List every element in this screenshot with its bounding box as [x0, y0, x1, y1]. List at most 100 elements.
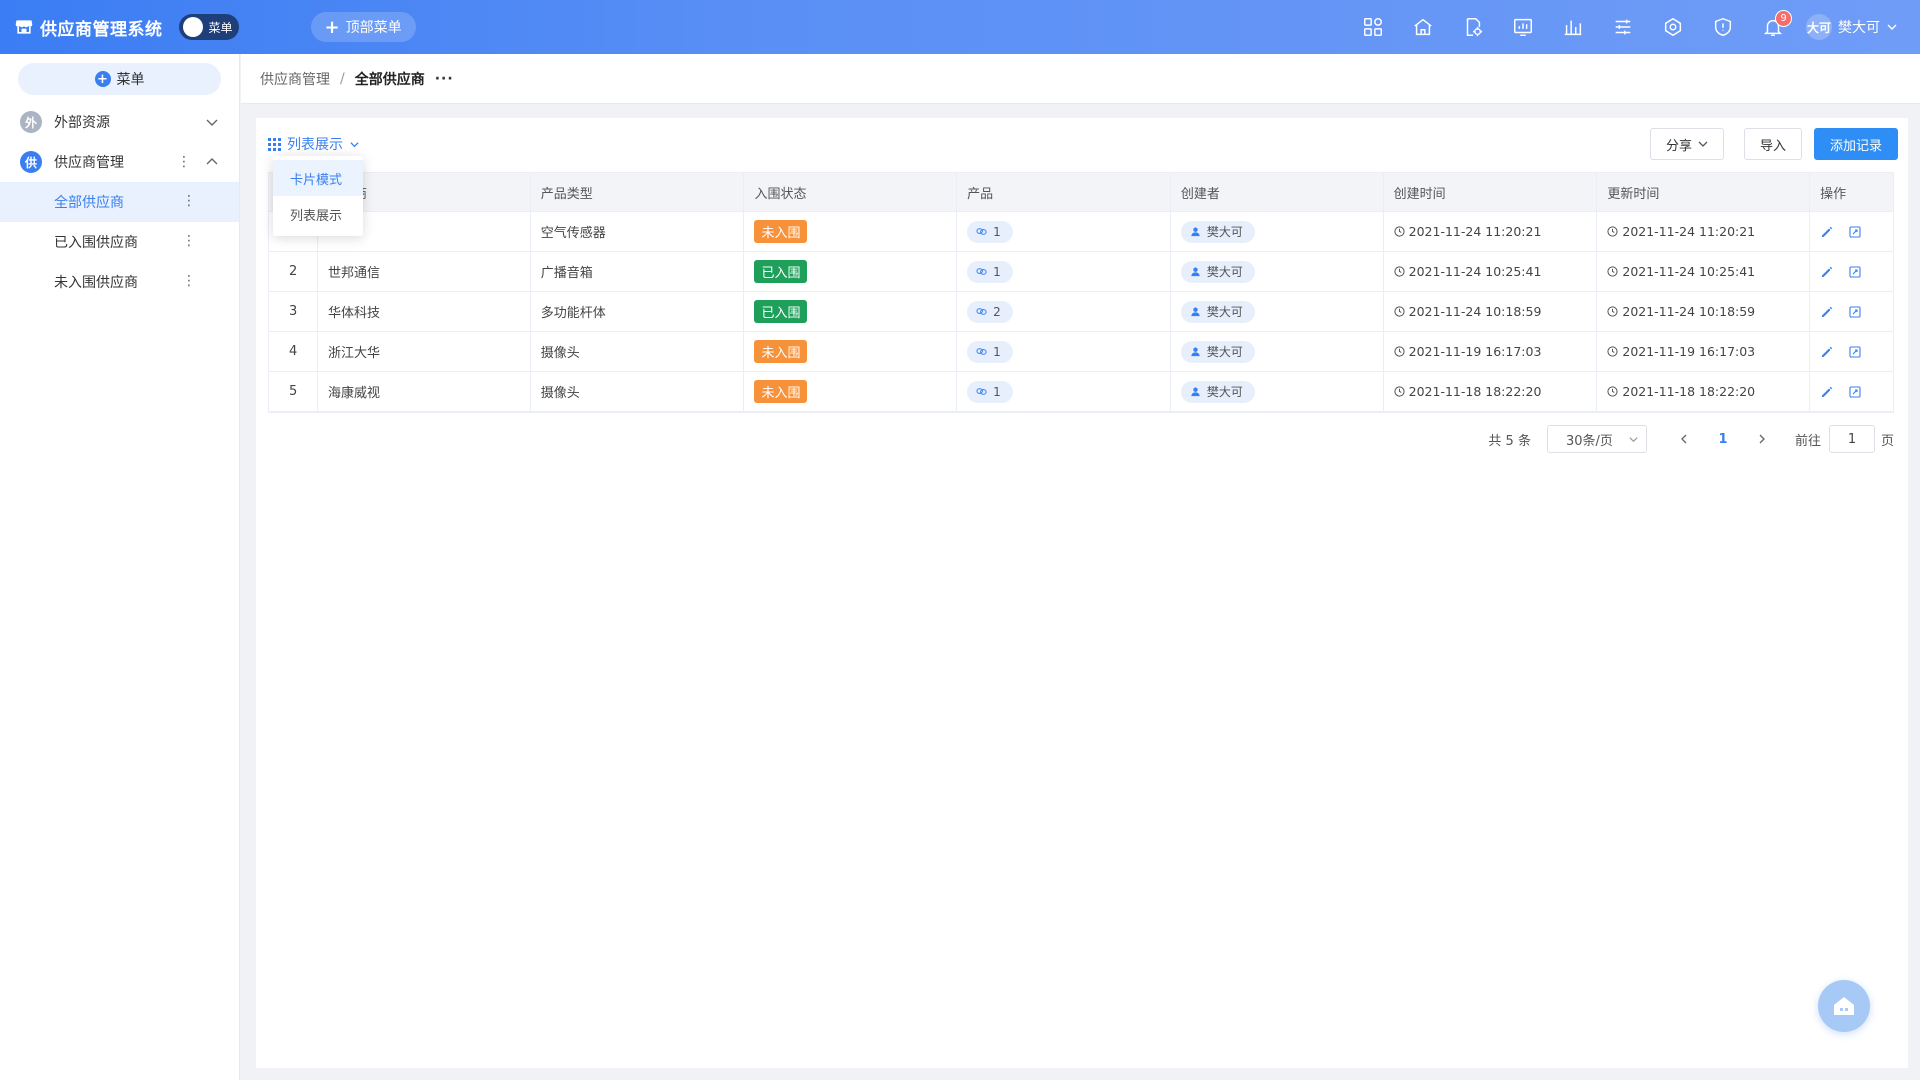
products-chip[interactable]: 2	[967, 300, 1013, 323]
edit-icon[interactable]	[1820, 345, 1834, 359]
menu-toggle-switch[interactable]: 菜单	[178, 14, 239, 40]
chart-icon[interactable]	[1548, 0, 1598, 54]
sidebar-menu-button[interactable]: + 菜单	[18, 63, 221, 95]
link-icon	[976, 268, 987, 275]
creator-cell: 樊大可	[1171, 212, 1384, 251]
products-cell: 2	[957, 292, 1171, 331]
row-index: 2	[269, 252, 318, 291]
home-icon[interactable]	[1398, 0, 1448, 54]
creator-chip[interactable]: 樊大可	[1180, 300, 1255, 323]
updated-time-cell: 2021-11-18 18:22:20	[1597, 372, 1811, 411]
more-horizontal-icon[interactable]: ···	[435, 71, 454, 87]
column-header-creator[interactable]: 创建者	[1171, 173, 1384, 211]
share-button[interactable]: 分享	[1649, 128, 1724, 160]
user-icon	[1191, 387, 1200, 397]
table-row[interactable]: 3 华体科技 多功能杆体 已入围 2 樊大可 2021-11-24 10:18:59 2021…	[269, 292, 1893, 332]
column-header-product-type[interactable]: 产品类型	[531, 173, 745, 211]
clock-icon	[1394, 266, 1405, 277]
status-cell: 已入围	[744, 292, 958, 331]
status-badge: 已入围	[754, 300, 808, 323]
sidebar-item-all-suppliers[interactable]: 全部供应商 ⋮	[0, 182, 239, 222]
avatar: 大可	[1806, 14, 1832, 40]
products-cell: 1	[957, 372, 1171, 411]
shield-icon[interactable]	[1698, 0, 1748, 54]
sidebar-group-external-resources[interactable]: 外 外部资源	[0, 102, 239, 142]
creator-chip[interactable]: 樊大可	[1180, 340, 1255, 363]
creator-name: 樊大可	[1206, 385, 1243, 399]
breadcrumb-parent[interactable]: 供应商管理	[260, 69, 330, 89]
column-header-actions: 操作	[1820, 186, 1847, 202]
table-row[interactable]: 4 浙江大华 摄像头 未入围 1 樊大可 2021-11-19 16:17:03 2021-1…	[269, 332, 1893, 372]
creator-name: 樊大可	[1206, 265, 1243, 279]
add-record-label: 添加记录	[1829, 138, 1882, 154]
user-icon	[1191, 267, 1200, 277]
more-vertical-icon[interactable]: ⋮	[177, 154, 191, 170]
sidebar-item-not-shortlisted-suppliers[interactable]: 未入围供应商 ⋮	[0, 262, 239, 302]
goto-page-input[interactable]	[1828, 425, 1875, 453]
floating-home-button[interactable]	[1818, 980, 1870, 1032]
more-vertical-icon[interactable]: ⋮	[182, 233, 196, 249]
edit-icon[interactable]	[1820, 225, 1834, 239]
group-badge-icon: 外	[20, 111, 42, 133]
sidebar-group-supplier-management[interactable]: 供 供应商管理 ⋮	[0, 142, 239, 182]
dashboard-icon[interactable]	[1498, 0, 1548, 54]
creator-chip[interactable]: 樊大可	[1180, 380, 1255, 403]
user-menu[interactable]: 大可 樊大可	[1806, 14, 1898, 40]
table-row[interactable]: 5 海康威视 摄像头 未入围 1 樊大可 2021-11-18 18:22:20 2021-1…	[269, 372, 1893, 412]
products-chip[interactable]: 1	[967, 340, 1013, 363]
view-mode-toggle[interactable]: 列表展示	[268, 134, 360, 154]
goto-label: 前往	[1794, 433, 1821, 449]
pagination-total: 共 5 条	[1488, 433, 1531, 449]
apps-icon[interactable]	[1348, 0, 1398, 54]
detail-icon[interactable]	[1848, 225, 1862, 239]
column-header-created-time[interactable]: 创建时间	[1384, 173, 1598, 211]
document-settings-icon[interactable]	[1448, 0, 1498, 54]
updated-time-cell: 2021-11-24 10:18:59	[1597, 292, 1811, 331]
store-icon	[15, 20, 33, 34]
products-chip[interactable]: 1	[967, 260, 1013, 283]
page-size-select[interactable]: 30条/页	[1546, 425, 1647, 453]
row-index: 5	[269, 372, 318, 411]
table-row[interactable]: 1空气传感器未入围1樊大可2021-11-24 11:20:212021-11-…	[269, 212, 1893, 252]
list-icon[interactable]	[1598, 0, 1648, 54]
products-chip[interactable]: 1	[967, 380, 1013, 403]
add-record-button[interactable]: 添加记录	[1813, 128, 1898, 160]
bell-icon[interactable]: 9	[1748, 0, 1798, 54]
chevron-right-icon	[1759, 434, 1765, 444]
top-bar: 供应商管理系统 菜单 + 顶部菜单 9 大可 樊大可	[0, 0, 1920, 54]
table-row[interactable]: 2 世邦通信 广播音箱 已入围 1 樊大可 2021-11-24 10:25:41 2021-…	[269, 252, 1893, 292]
products-chip[interactable]: 1	[967, 220, 1013, 243]
edit-icon[interactable]	[1820, 265, 1834, 279]
column-header-updated-time[interactable]: 更新时间	[1597, 173, 1811, 211]
view-option-card[interactable]: 卡片模式	[273, 160, 363, 196]
product-type-cell: 广播音箱	[531, 252, 745, 291]
more-vertical-icon[interactable]: ⋮	[182, 193, 196, 209]
column-header-products[interactable]: 产品	[957, 173, 1171, 211]
creator-chip[interactable]: 樊大可	[1180, 220, 1255, 243]
detail-icon[interactable]	[1848, 385, 1862, 399]
page-number-current[interactable]: 1	[1699, 432, 1747, 447]
edit-icon[interactable]	[1820, 305, 1834, 319]
detail-icon[interactable]	[1848, 345, 1862, 359]
prev-page-button[interactable]	[1669, 434, 1699, 444]
top-menu-button[interactable]: + 顶部菜单	[310, 12, 416, 42]
column-header-status[interactable]: 入围状态	[744, 173, 958, 211]
creator-name: 樊大可	[1206, 305, 1243, 319]
view-option-list[interactable]: 列表展示	[273, 196, 363, 232]
detail-icon[interactable]	[1848, 305, 1862, 319]
creator-chip[interactable]: 樊大可	[1180, 260, 1255, 283]
more-vertical-icon[interactable]: ⋮	[182, 273, 196, 289]
import-button[interactable]: 导入	[1743, 128, 1802, 160]
actions-cell	[1810, 332, 1893, 371]
creator-cell: 樊大可	[1171, 252, 1384, 291]
sidebar-item-shortlisted-suppliers[interactable]: 已入围供应商 ⋮	[0, 222, 239, 262]
sidebar-item-label: 未入围供应商	[54, 275, 138, 291]
updated-time: 2021-11-24 10:18:59	[1622, 304, 1756, 319]
next-page-button[interactable]	[1747, 434, 1777, 444]
edit-icon[interactable]	[1820, 385, 1834, 399]
created-time: 2021-11-19 16:17:03	[1408, 344, 1542, 359]
updated-time: 2021-11-18 18:22:20	[1622, 384, 1756, 399]
network-icon[interactable]	[1648, 0, 1698, 54]
breadcrumb: 供应商管理 / 全部供应商 ···	[241, 54, 1920, 104]
detail-icon[interactable]	[1848, 265, 1862, 279]
